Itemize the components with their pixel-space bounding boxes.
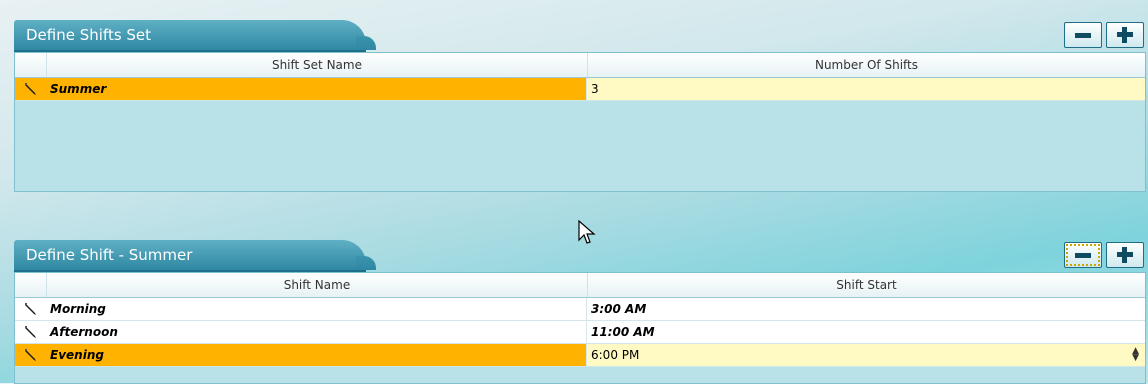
shifts-set-header: Shift Set Name Number Of Shifts bbox=[15, 53, 1145, 78]
row-edit-selector[interactable] bbox=[15, 298, 46, 320]
shifts-set-grid: Shift Set Name Number Of Shifts Summer 3 bbox=[14, 52, 1146, 192]
cell-shift-name[interactable]: Morning bbox=[46, 298, 587, 320]
column-header-shift-set-name[interactable]: Shift Set Name bbox=[47, 53, 588, 77]
row-edit-selector[interactable] bbox=[15, 78, 46, 100]
row-edit-selector[interactable] bbox=[15, 321, 46, 343]
mouse-cursor-icon bbox=[578, 220, 596, 244]
table-row[interactable]: Evening 6:00 PM ▲ ▼ bbox=[15, 344, 1145, 367]
shifts-set-buttons bbox=[1064, 22, 1144, 48]
column-header-shift-name[interactable]: Shift Name bbox=[47, 273, 588, 297]
shifts-set-tabbar: Define Shifts Set bbox=[14, 20, 1146, 52]
row-selector-header bbox=[15, 53, 47, 77]
cell-number-of-shifts[interactable]: 3 bbox=[587, 78, 1145, 100]
remove-shift-button[interactable] bbox=[1064, 242, 1102, 268]
minus-icon bbox=[1075, 32, 1091, 38]
add-shift-button[interactable] bbox=[1106, 242, 1144, 268]
plus-icon bbox=[1117, 27, 1133, 43]
table-row[interactable]: Morning 3:00 AM bbox=[15, 298, 1145, 321]
row-selector-header bbox=[15, 273, 47, 297]
cell-shift-start[interactable]: 3:00 AM bbox=[587, 298, 1145, 320]
shift-header: Shift Name Shift Start bbox=[15, 273, 1145, 298]
minus-icon bbox=[1075, 252, 1091, 258]
row-edit-selector[interactable] bbox=[15, 344, 46, 366]
pencil-icon bbox=[24, 326, 36, 338]
column-header-shift-start[interactable]: Shift Start bbox=[588, 273, 1145, 297]
shift-start-time-editor[interactable]: 6:00 PM ▲ ▼ bbox=[587, 344, 1145, 366]
spinner-updown-icon[interactable]: ▲ ▼ bbox=[1132, 347, 1139, 363]
shift-start-value[interactable]: 6:00 PM bbox=[591, 348, 639, 362]
shift-panel: Define Shift - Summer Shift Name Shift S… bbox=[14, 240, 1146, 384]
table-row[interactable]: Afternoon 11:00 AM bbox=[15, 321, 1145, 344]
plus-icon bbox=[1117, 247, 1133, 263]
remove-shift-set-button[interactable] bbox=[1064, 22, 1102, 48]
cell-shift-start[interactable]: 11:00 AM bbox=[587, 321, 1145, 343]
cell-shift-name[interactable]: Afternoon bbox=[46, 321, 587, 343]
cell-shift-set-name[interactable]: Summer bbox=[46, 78, 587, 100]
pencil-icon bbox=[24, 303, 36, 315]
pencil-icon bbox=[24, 83, 36, 95]
shift-grid: Shift Name Shift Start Morning 3:00 AM A… bbox=[14, 272, 1146, 384]
pencil-icon bbox=[24, 349, 36, 361]
shifts-set-title: Define Shifts Set bbox=[14, 20, 376, 52]
table-row[interactable]: Summer 3 bbox=[15, 78, 1145, 101]
shifts-set-panel: Define Shifts Set Shift Set Name Number … bbox=[14, 20, 1146, 192]
add-shift-set-button[interactable] bbox=[1106, 22, 1144, 48]
column-header-number-of-shifts[interactable]: Number Of Shifts bbox=[588, 53, 1145, 77]
cell-shift-name[interactable]: Evening bbox=[46, 344, 587, 366]
shift-title: Define Shift - Summer bbox=[14, 240, 376, 272]
shift-buttons bbox=[1064, 242, 1144, 268]
